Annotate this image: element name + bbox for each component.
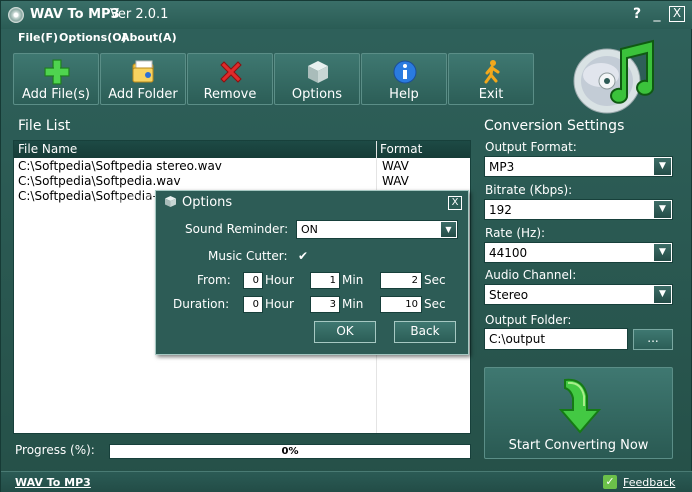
cube-icon (165, 196, 176, 207)
output-folder-input[interactable]: C:\output (484, 328, 628, 350)
progress-label: Progress (%): (15, 443, 95, 457)
browse-button[interactable]: ... (633, 329, 673, 350)
exit-button[interactable]: Exit (448, 53, 534, 105)
help-toolbar-button[interactable]: Help (361, 53, 447, 105)
cd-music-logo (573, 39, 655, 114)
ok-button[interactable]: OK (314, 321, 376, 343)
plus-icon (44, 59, 70, 85)
output-folder-label: Output Folder: (485, 313, 572, 327)
exit-label: Exit (478, 87, 504, 102)
duration-label: Duration: (173, 297, 230, 311)
app-version: Ver 2.0.1 (110, 7, 169, 22)
column-file-name[interactable]: File Name (18, 142, 77, 156)
convert-arrow-icon (558, 378, 602, 434)
from-min-input[interactable]: 1 (310, 272, 340, 289)
audio-channel-label: Audio Channel: (485, 268, 577, 282)
menu-file[interactable]: File(F) (18, 31, 58, 44)
options-button[interactable]: Options (274, 53, 360, 105)
info-icon (393, 60, 417, 84)
start-converting-label: Start Converting Now (508, 438, 649, 453)
folder-icon (132, 60, 154, 83)
duration-min-input[interactable]: 3 (310, 296, 340, 313)
back-button[interactable]: Back (394, 321, 456, 343)
music-cutter-checkbox[interactable]: ✔ (297, 250, 309, 262)
from-hour-input[interactable]: 0 (243, 272, 263, 289)
from-label: From: (197, 273, 231, 287)
from-hour-unit: Hour (265, 273, 294, 287)
rate-label: Rate (Hz): (485, 226, 546, 240)
bitrate-value: 192 (489, 203, 512, 217)
running-man-icon (484, 60, 500, 84)
row-file-name: C:\Softpedia\Softpedia.wav (18, 174, 181, 188)
sound-reminder-label: Sound Reminder: (185, 222, 289, 236)
row-format: WAV (382, 159, 409, 173)
row-format: WAV (382, 174, 409, 188)
sound-reminder-value: ON (301, 223, 318, 236)
music-cutter-label: Music Cutter: (208, 249, 288, 263)
duration-hour-unit: Hour (265, 297, 294, 311)
duration-sec-unit: Sec (424, 297, 446, 311)
app-window: WAV To MP3 Ver 2.0.1 ? _ X File(F) Optio… (0, 0, 692, 492)
remove-button[interactable]: Remove (187, 53, 273, 105)
add-files-button[interactable]: Add File(s) (13, 53, 99, 105)
rate-value: 44100 (489, 246, 528, 260)
close-button[interactable]: X (669, 6, 685, 22)
row-file-name: C:\Softpedia\Softpedia stereo.wav (18, 159, 222, 173)
add-folder-label: Add Folder (108, 87, 178, 102)
cube-icon (308, 61, 328, 83)
chevron-down-icon[interactable]: ▼ (654, 201, 671, 218)
feedback-link[interactable]: Feedback (623, 476, 675, 489)
dialog-close-button[interactable]: X (448, 196, 462, 210)
options-label: Options (291, 87, 343, 102)
audio-channel-select[interactable]: Stereo ▼ (484, 284, 673, 305)
from-sec-input[interactable]: 2 (380, 272, 422, 289)
chevron-down-icon[interactable]: ▼ (654, 244, 671, 261)
dialog-title: Options (182, 195, 233, 210)
menu-options[interactable]: Options(O) (59, 31, 127, 44)
help-button[interactable]: ? (629, 6, 645, 22)
cd-icon (8, 7, 24, 23)
help-label: Help (389, 87, 419, 102)
output-format-value: MP3 (489, 160, 515, 174)
chevron-down-icon[interactable]: ▼ (654, 158, 671, 175)
file-list-title: File List (18, 118, 71, 134)
chevron-down-icon[interactable]: ▼ (441, 222, 456, 237)
progress-value: 0% (281, 446, 299, 457)
add-files-label: Add File(s) (22, 87, 90, 102)
column-format[interactable]: Format (380, 142, 422, 156)
minimize-button[interactable]: _ (649, 6, 665, 22)
duration-hour-input[interactable]: 0 (243, 296, 263, 313)
settings-title: Conversion Settings (484, 118, 625, 134)
add-folder-button[interactable]: Add Folder (100, 53, 186, 105)
menu-about[interactable]: About(A) (121, 31, 177, 44)
status-bar: WAV To MP3 ✓ Feedback (1, 471, 692, 492)
feedback-icon: ✓ (603, 475, 617, 489)
x-icon (220, 61, 242, 83)
bitrate-label: Bitrate (Kbps): (485, 183, 573, 197)
rate-select[interactable]: 44100 ▼ (484, 242, 673, 263)
duration-sec-input[interactable]: 10 (380, 296, 422, 313)
audio-channel-value: Stereo (489, 288, 529, 302)
from-min-unit: Min (342, 273, 364, 287)
file-list-header: File Name Format (14, 141, 470, 158)
output-format-label: Output Format: (485, 140, 577, 154)
from-sec-unit: Sec (424, 273, 446, 287)
progress-bar: 0% (109, 444, 471, 459)
table-row[interactable]: C:\Softpedia\Softpedia stereo.wav WAV (14, 159, 470, 174)
app-link[interactable]: WAV To MP3 (15, 476, 91, 489)
sound-reminder-select[interactable]: ON ▼ (296, 220, 458, 239)
table-row[interactable]: C:\Softpedia\Softpedia.wav WAV (14, 174, 470, 189)
duration-min-unit: Min (342, 297, 364, 311)
output-format-select[interactable]: MP3 ▼ (484, 156, 673, 177)
app-title: WAV To MP3 (30, 7, 120, 22)
remove-label: Remove (203, 87, 257, 102)
options-dialog: Options X Sound Reminder: ON ▼ Music Cut… (155, 190, 469, 355)
chevron-down-icon[interactable]: ▼ (654, 286, 671, 303)
title-bar[interactable]: WAV To MP3 Ver 2.0.1 ? _ X (1, 1, 692, 29)
start-converting-button[interactable]: Start Converting Now (484, 367, 673, 459)
bitrate-select[interactable]: 192 ▼ (484, 199, 673, 220)
